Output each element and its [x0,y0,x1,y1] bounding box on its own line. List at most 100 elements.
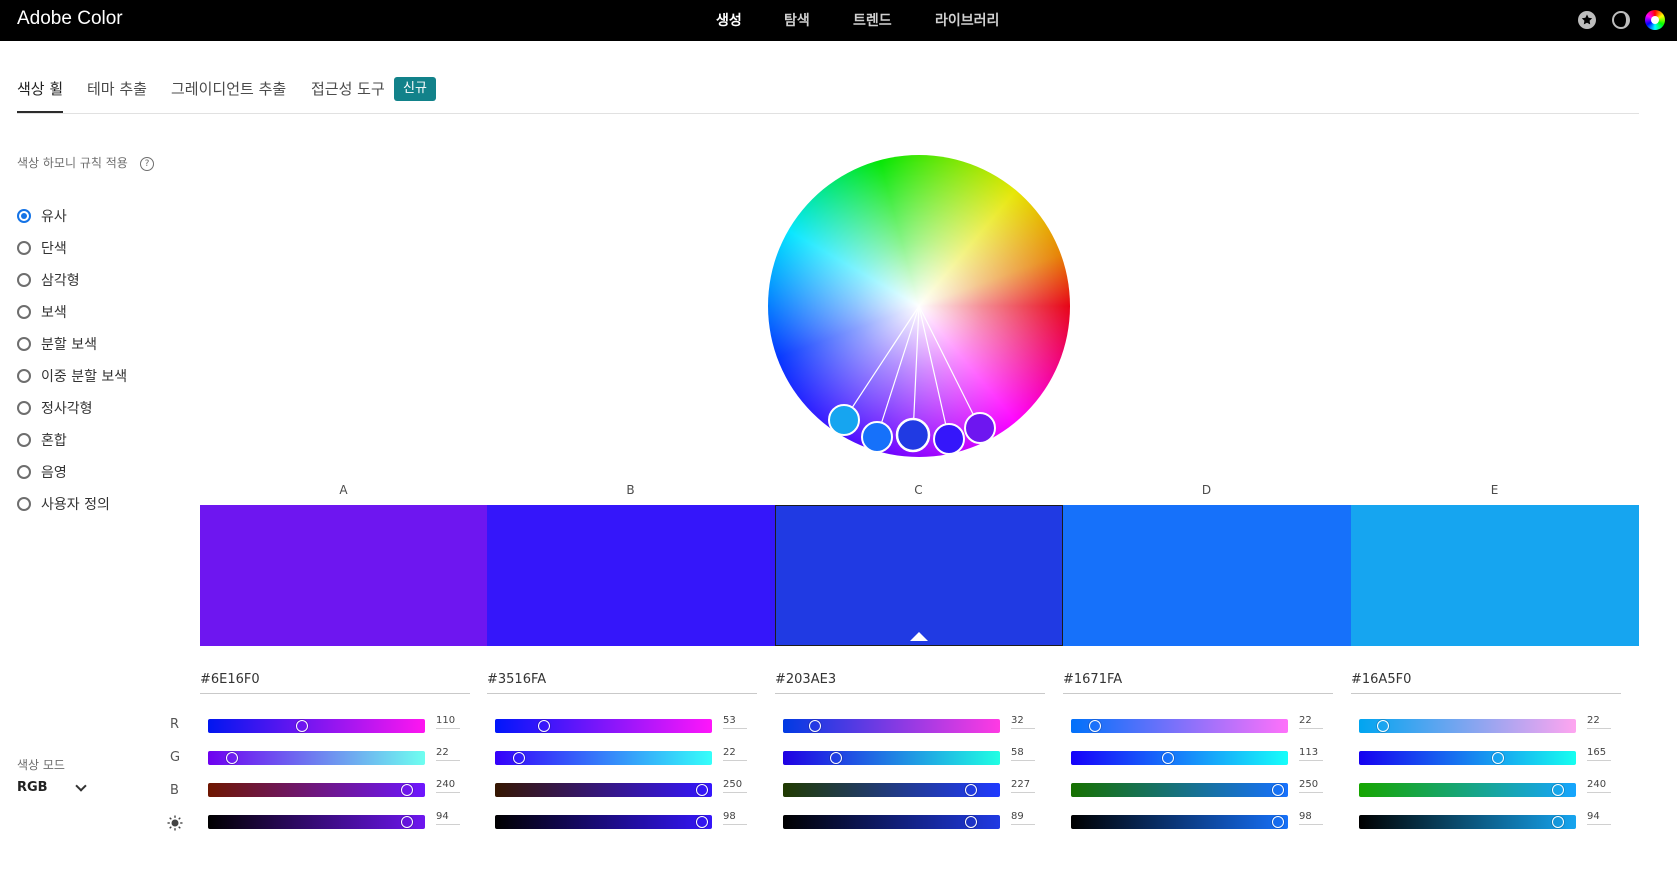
rule-complementary[interactable]: 보색 [17,300,67,324]
nav-trends[interactable]: 트렌드 [853,10,892,30]
channel-value-green[interactable]: 113 [1299,747,1323,761]
slider-brightness-e[interactable] [1359,815,1576,829]
channel-value-blue[interactable]: 240 [1587,779,1611,793]
slider-knob[interactable] [695,816,708,828]
nav-libraries[interactable]: 라이브러리 [935,10,999,30]
swatch-c[interactable] [775,505,1063,646]
slider-knob[interactable] [1271,816,1284,828]
radio-icon[interactable] [17,273,31,287]
radio-icon[interactable] [17,369,31,383]
rule-compound[interactable]: 혼합 [17,428,67,452]
slider-knob[interactable] [695,784,708,796]
color-wheel[interactable] [768,155,1070,457]
nav-create[interactable]: 생성 [716,10,742,30]
slider-green-e[interactable] [1359,751,1576,765]
slider-brightness-b[interactable] [495,815,712,829]
radio-icon[interactable] [17,305,31,319]
channel-value-green[interactable]: 22 [723,747,747,761]
slider-blue-b[interactable] [495,783,712,797]
tab-accessibility-tools[interactable]: 접근성 도구 [311,78,385,99]
channel-value-green[interactable]: 22 [436,747,460,761]
radio-icon[interactable] [17,465,31,479]
hex-input[interactable]: #6E16F0 [200,672,470,694]
slider-green-b[interactable] [495,751,712,765]
rule-double-split-complementary[interactable]: 이중 분할 보색 [17,364,127,388]
radio-icon[interactable] [17,241,31,255]
wheel-handle-a[interactable] [964,412,996,444]
channel-value-red[interactable]: 22 [1299,715,1323,729]
slider-knob[interactable] [1376,720,1389,732]
slider-knob[interactable] [1491,752,1504,764]
slider-red-c[interactable] [783,719,1000,733]
rule-custom[interactable]: 사용자 정의 [17,492,110,516]
star-icon[interactable] [1577,10,1597,30]
slider-knob[interactable] [1161,752,1174,764]
hex-input[interactable]: #16A5F0 [1351,672,1621,694]
channel-value-blue[interactable]: 250 [723,779,747,793]
swatch-d[interactable] [1063,505,1351,646]
slider-red-e[interactable] [1359,719,1576,733]
moon-icon[interactable] [1611,10,1631,30]
swatch-a[interactable] [200,505,488,646]
channel-value-red[interactable]: 53 [723,715,747,729]
channel-value-red[interactable]: 22 [1587,715,1611,729]
slider-red-d[interactable] [1071,719,1288,733]
radio-icon[interactable] [17,209,31,223]
slider-knob[interactable] [537,720,550,732]
channel-value-blue[interactable]: 250 [1299,779,1323,793]
slider-brightness-a[interactable] [208,815,425,829]
slider-knob[interactable] [808,720,821,732]
nav-explore[interactable]: 탐색 [784,10,810,30]
slider-knob[interactable] [400,784,413,796]
radio-icon[interactable] [17,433,31,447]
rule-square[interactable]: 정사각형 [17,396,93,420]
slider-knob[interactable] [296,720,309,732]
slider-knob[interactable] [1551,784,1564,796]
slider-knob[interactable] [1551,816,1564,828]
slider-knob[interactable] [400,816,413,828]
slider-red-a[interactable] [208,719,425,733]
wheel-handle-c-base[interactable] [895,417,931,453]
tab-extract-gradient[interactable]: 그레이디언트 추출 [171,78,286,99]
slider-knob[interactable] [965,816,978,828]
radio-icon[interactable] [17,497,31,511]
slider-brightness-c[interactable] [783,815,1000,829]
slider-knob[interactable] [225,752,238,764]
slider-green-a[interactable] [208,751,425,765]
help-icon[interactable]: ? [140,157,154,171]
channel-value-brightness[interactable]: 94 [1587,811,1611,825]
channel-value-red[interactable]: 32 [1011,715,1035,729]
tab-extract-theme[interactable]: 테마 추출 [87,78,147,99]
slider-knob[interactable] [965,784,978,796]
radio-icon[interactable] [17,401,31,415]
slider-knob[interactable] [1271,784,1284,796]
slider-red-b[interactable] [495,719,712,733]
slider-green-c[interactable] [783,751,1000,765]
channel-value-blue[interactable]: 240 [436,779,460,793]
channel-value-red[interactable]: 110 [436,715,460,729]
hex-input[interactable]: #203AE3 [775,672,1045,694]
channel-value-green[interactable]: 58 [1011,747,1035,761]
slider-brightness-d[interactable] [1071,815,1288,829]
swatch-b[interactable] [487,505,775,646]
hex-input[interactable]: #3516FA [487,672,757,694]
radio-icon[interactable] [17,337,31,351]
channel-value-blue[interactable]: 227 [1011,779,1035,793]
rule-triad[interactable]: 삼각형 [17,268,80,292]
slider-blue-d[interactable] [1071,783,1288,797]
wheel-handle-d[interactable] [861,421,893,453]
channel-value-brightness[interactable]: 94 [436,811,460,825]
channel-value-brightness[interactable]: 89 [1011,811,1035,825]
rule-analogous[interactable]: 유사 [17,204,67,228]
rule-monochromatic[interactable]: 단색 [17,236,67,260]
slider-knob[interactable] [829,752,842,764]
color-wheel-icon[interactable] [1645,10,1665,30]
rule-split-complementary[interactable]: 분할 보색 [17,332,97,356]
rule-shades[interactable]: 음영 [17,460,67,484]
wheel-handle-e[interactable] [828,404,860,436]
slider-blue-a[interactable] [208,783,425,797]
slider-knob[interactable] [512,752,525,764]
slider-green-d[interactable] [1071,751,1288,765]
tab-color-wheel[interactable]: 색상 휠 [17,78,63,99]
slider-blue-c[interactable] [783,783,1000,797]
